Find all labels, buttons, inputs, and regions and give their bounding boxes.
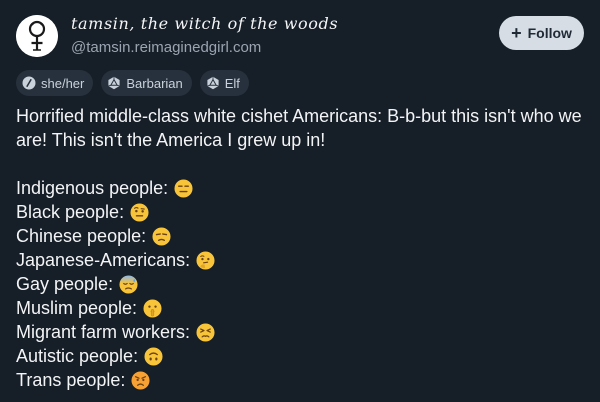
badge-pronouns: she/her — [16, 70, 94, 96]
list-item-text: Muslim people: — [16, 298, 138, 318]
angry-face-icon — [131, 370, 150, 390]
badge-class: Barbarian — [101, 70, 192, 96]
badge-label: Barbarian — [126, 75, 183, 91]
profile-badges: she/her Barbarian Elf — [16, 70, 249, 96]
list-item-text: Gay people: — [16, 274, 114, 294]
follow-button[interactable]: + Follow — [499, 16, 584, 50]
list-item-text: Chinese people: — [16, 226, 147, 246]
post-content: Horrified middle-class white cishet Amer… — [16, 104, 586, 392]
raised-eyebrow-face-icon — [130, 202, 149, 222]
avatar[interactable] — [16, 15, 58, 57]
list-item-text: Trans people: — [16, 370, 126, 390]
list-item-text: Black people: — [16, 202, 125, 222]
badge-race: Elf — [199, 70, 249, 96]
list-item-text: Migrant farm workers: — [16, 322, 191, 342]
list-item: Trans people: — [16, 368, 586, 392]
list-item: Chinese people: — [16, 224, 586, 248]
plus-icon: + — [511, 22, 522, 43]
list-item: Black people: — [16, 200, 586, 224]
d20-icon — [206, 76, 220, 90]
follow-button-label: Follow — [527, 25, 572, 41]
list-item: Autistic people: — [16, 344, 586, 368]
expressionless-face-icon — [174, 178, 193, 198]
list-item: Migrant farm workers: — [16, 320, 586, 344]
list-item: Gay people: — [16, 272, 586, 296]
post-card: tamsin, the witch of the woods @tamsin.r… — [0, 0, 600, 402]
d20-icon — [107, 76, 121, 90]
author-handle[interactable]: @tamsin.reimaginedgirl.com — [71, 39, 261, 56]
list-item-text: Autistic people: — [16, 346, 139, 366]
list-item: Indigenous people: — [16, 176, 586, 200]
shushing-face-icon — [143, 298, 162, 318]
list-item: Japanese-Americans: — [16, 248, 586, 272]
unamused-face-icon — [152, 226, 171, 246]
persevering-face-icon — [196, 322, 215, 342]
list-item: Muslim people: — [16, 296, 586, 320]
list-item-text: Indigenous people: — [16, 178, 169, 198]
badge-label: Elf — [224, 75, 240, 91]
thinking-face-icon — [196, 250, 215, 270]
upside-down-face-icon — [144, 346, 163, 366]
author-display-name[interactable]: tamsin, the witch of the woods — [71, 14, 338, 33]
list-item-text: Japanese-Americans: — [16, 250, 191, 270]
downcast-sweat-face-icon — [119, 274, 138, 294]
pronoun-icon — [22, 76, 36, 90]
post-intro: Horrified middle-class white cishet Amer… — [16, 106, 582, 150]
badge-label: she/her — [41, 75, 85, 91]
